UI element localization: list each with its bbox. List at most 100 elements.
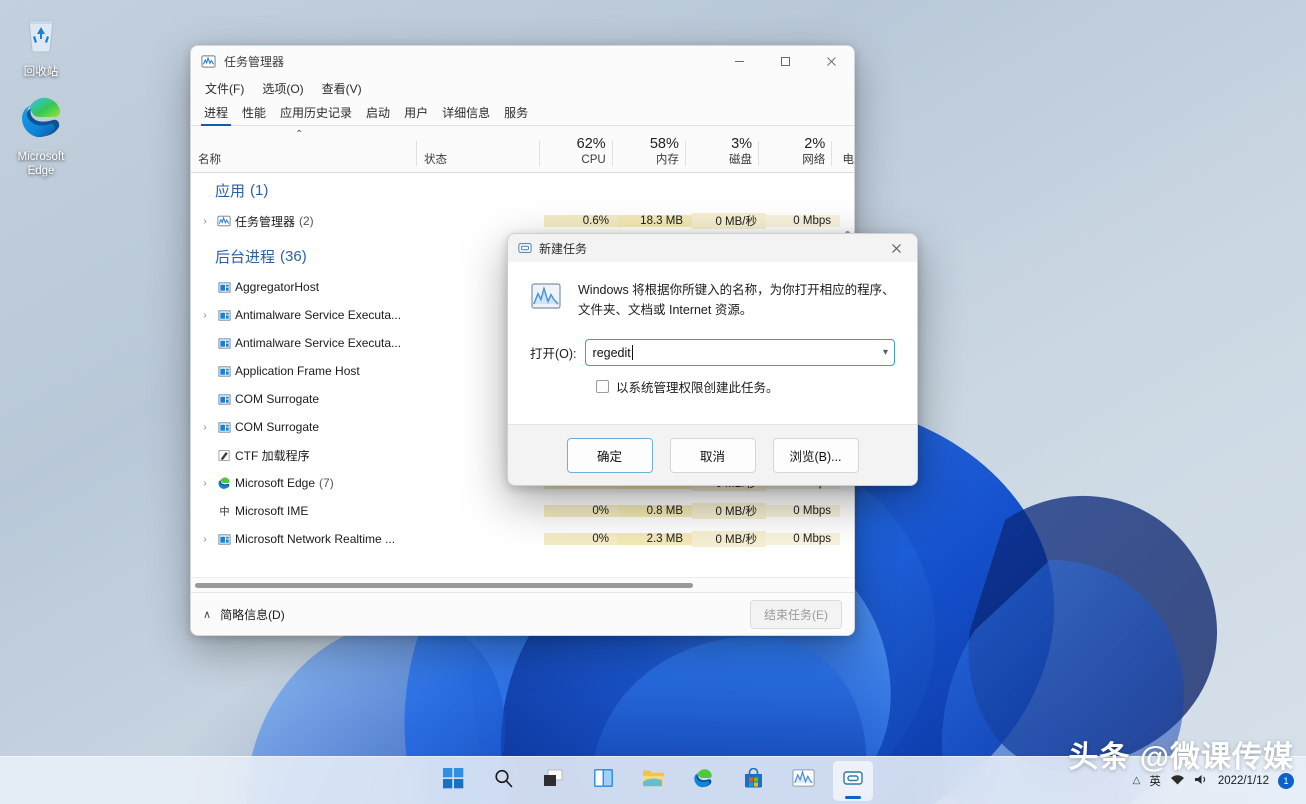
process-name: Microsoft Network Realtime ... bbox=[235, 532, 395, 546]
tab-app-history[interactable]: 应用历史记录 bbox=[273, 101, 359, 125]
notification-badge[interactable]: 1 bbox=[1278, 773, 1294, 789]
menu-view[interactable]: 查看(V) bbox=[314, 77, 370, 100]
process-cpu: 0% bbox=[544, 533, 618, 545]
system-tray[interactable]: △ 英 2022/1/12 1 bbox=[1133, 757, 1306, 804]
dialog-footer[interactable]: 确定 取消 浏览(B)... bbox=[508, 424, 917, 485]
chevron-up-icon[interactable]: ∧ bbox=[203, 608, 211, 621]
column-header-cpu[interactable]: 62% CPU bbox=[540, 125, 613, 172]
horizontal-scrollbar[interactable] bbox=[191, 577, 854, 592]
table-row[interactable]: 中 Microsoft IME 0% 0.8 MB 0 MB/秒 0 Mbps bbox=[191, 497, 854, 525]
open-combobox[interactable]: regedit ▾ bbox=[585, 339, 895, 366]
column-header-disk-label: 磁盘 bbox=[729, 153, 752, 167]
process-instance-count: (7) bbox=[315, 476, 334, 490]
column-header-status[interactable]: 状态 bbox=[417, 125, 539, 172]
cpu-total-percent: 62% bbox=[577, 136, 606, 153]
tray-chevron-up-icon[interactable]: △ bbox=[1133, 775, 1141, 786]
process-disk: 0 MB/秒 bbox=[692, 213, 766, 229]
task-view-button[interactable] bbox=[533, 761, 573, 801]
window-controls[interactable] bbox=[716, 46, 854, 76]
task-manager-button[interactable] bbox=[833, 761, 873, 801]
search-button[interactable] bbox=[483, 761, 523, 801]
scrollbar-thumb[interactable] bbox=[195, 583, 693, 588]
app-window-icon bbox=[213, 393, 235, 406]
sort-ascending-icon: ⌃ bbox=[295, 129, 303, 140]
group-count-apps: (1) bbox=[245, 182, 268, 199]
microsoft-store-button[interactable] bbox=[733, 761, 773, 801]
process-disk: 0 MB/秒 bbox=[692, 503, 766, 519]
task-manager-icon bbox=[201, 54, 216, 69]
tab-details[interactable]: 详细信息 bbox=[435, 101, 497, 125]
tab-users[interactable]: 用户 bbox=[397, 101, 435, 125]
tab-bar[interactable]: 进程 性能 应用历史记录 启动 用户 详细信息 服务 bbox=[191, 101, 854, 126]
column-header-power[interactable]: 电 bbox=[832, 125, 854, 172]
file-explorer-button[interactable] bbox=[633, 761, 673, 801]
text-caret bbox=[632, 345, 633, 360]
dialog-close-button[interactable] bbox=[875, 234, 917, 262]
group-title-background: 后台进程 bbox=[197, 246, 275, 267]
menu-file[interactable]: 文件(F) bbox=[197, 77, 252, 100]
volume-icon[interactable] bbox=[1194, 773, 1209, 789]
brief-info-button[interactable]: 简略信息(D) bbox=[220, 606, 285, 623]
browse-button[interactable]: 浏览(B)... bbox=[773, 438, 859, 473]
network-total-percent: 2% bbox=[804, 136, 825, 153]
column-header-row[interactable]: ⌃ 名称 状态 62% CPU 58% 内存 3% 磁盘 2% 网络 bbox=[191, 126, 854, 173]
clock-date[interactable]: 2022/1/12 bbox=[1218, 774, 1269, 788]
open-input-value[interactable]: regedit bbox=[593, 346, 631, 360]
admin-checkbox[interactable] bbox=[596, 380, 609, 393]
minimize-button[interactable] bbox=[716, 46, 762, 76]
dialog-titlebar[interactable]: 新建任务 bbox=[508, 234, 917, 262]
task-manager-icon bbox=[530, 280, 562, 320]
process-name: COM Surrogate bbox=[235, 392, 319, 406]
column-header-memory[interactable]: 58% 内存 bbox=[613, 125, 686, 172]
desktop-icon-label: 回收站 bbox=[24, 66, 59, 78]
status-bar[interactable]: ∧ 简略信息(D) 结束任务(E) bbox=[191, 592, 854, 635]
process-name: 任务管理器 bbox=[235, 213, 295, 230]
network-icon[interactable] bbox=[1170, 773, 1185, 789]
task-manager-titlebar[interactable]: 任务管理器 bbox=[191, 46, 854, 76]
performance-button[interactable] bbox=[783, 761, 823, 801]
chevron-right-icon[interactable]: › bbox=[197, 422, 213, 433]
column-header-network[interactable]: 2% 网络 bbox=[759, 125, 832, 172]
open-field-row[interactable]: 打开(O): regedit ▾ bbox=[530, 339, 895, 366]
dialog-title: 新建任务 bbox=[539, 240, 587, 257]
maximize-button[interactable] bbox=[762, 46, 808, 76]
task-manager-icon bbox=[213, 214, 235, 228]
menu-bar[interactable]: 文件(F) 选项(O) 查看(V) bbox=[191, 76, 854, 101]
chevron-right-icon[interactable]: › bbox=[197, 216, 213, 227]
new-task-dialog[interactable]: 新建任务 Windows 将根据你所键入的名称，为你打开相应的程序、 文件夹、文… bbox=[507, 233, 918, 486]
tab-startup[interactable]: 启动 bbox=[359, 101, 397, 125]
column-header-name[interactable]: ⌃ 名称 bbox=[191, 125, 417, 172]
start-button[interactable] bbox=[433, 761, 473, 801]
admin-checkbox-row[interactable]: 以系统管理权限创建此任务。 bbox=[596, 377, 895, 396]
desktop-icon-label-line1: Microsoft bbox=[18, 151, 65, 163]
chevron-down-icon[interactable]: ▾ bbox=[883, 347, 888, 358]
dialog-description-line1: Windows 将根据你所键入的名称，为你打开相应的程序、 bbox=[578, 280, 895, 300]
edge-icon bbox=[213, 476, 235, 490]
tab-processes[interactable]: 进程 bbox=[197, 101, 235, 125]
taskbar[interactable]: △ 英 2022/1/12 1 bbox=[0, 756, 1306, 804]
app-window-icon bbox=[213, 337, 235, 350]
table-row[interactable]: › 任务管理器 (2) 0.6% 18.3 MB 0 MB/秒 0 Mbps bbox=[191, 207, 854, 235]
process-group-header[interactable]: 应用 (1) bbox=[191, 173, 854, 207]
open-field-label: 打开(O): bbox=[530, 343, 577, 362]
end-task-button[interactable]: 结束任务(E) bbox=[750, 600, 842, 629]
tab-services[interactable]: 服务 bbox=[497, 101, 535, 125]
desktop-icon-microsoft-edge[interactable]: Microsoft Edge bbox=[0, 93, 84, 178]
taskbar-center-group[interactable] bbox=[433, 757, 873, 804]
widgets-button[interactable] bbox=[583, 761, 623, 801]
chevron-right-icon[interactable]: › bbox=[197, 310, 213, 321]
table-row[interactable]: › Microsoft Network Realtime ... 0% 2.3 … bbox=[191, 525, 854, 553]
app-window-icon bbox=[213, 365, 235, 378]
chevron-right-icon[interactable]: › bbox=[197, 478, 213, 489]
windows-logo-icon bbox=[443, 768, 464, 794]
chevron-right-icon[interactable]: › bbox=[197, 534, 213, 545]
cancel-button[interactable]: 取消 bbox=[670, 438, 756, 473]
close-button[interactable] bbox=[808, 46, 854, 76]
edge-button[interactable] bbox=[683, 761, 723, 801]
tab-performance[interactable]: 性能 bbox=[235, 101, 273, 125]
ok-button[interactable]: 确定 bbox=[567, 438, 653, 473]
column-header-disk[interactable]: 3% 磁盘 bbox=[686, 125, 759, 172]
ime-indicator[interactable]: 英 bbox=[1149, 773, 1161, 789]
menu-options[interactable]: 选项(O) bbox=[254, 77, 311, 100]
desktop-icon-recycle-bin[interactable]: 回收站 bbox=[0, 10, 84, 79]
